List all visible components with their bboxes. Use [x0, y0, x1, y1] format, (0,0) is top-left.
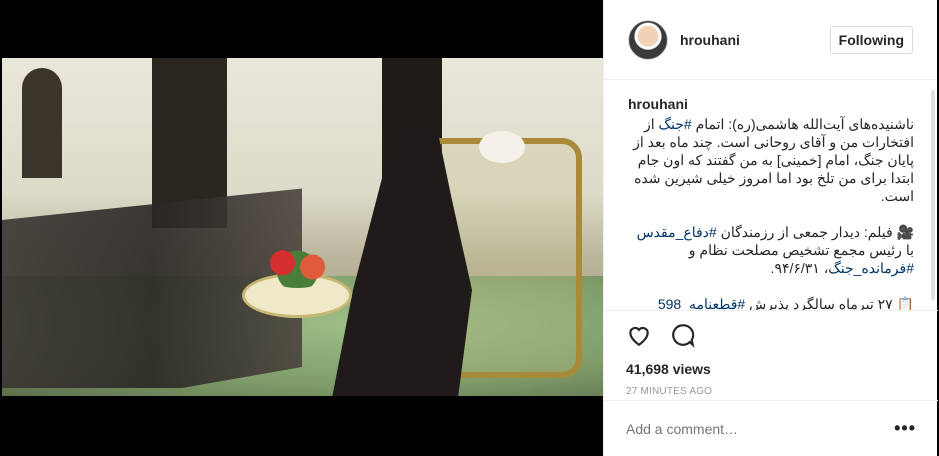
view-count[interactable]: 41,698 views	[626, 361, 916, 377]
username-link[interactable]: hrouhani	[680, 32, 740, 48]
media-area	[0, 0, 603, 456]
following-button[interactable]: Following	[829, 25, 913, 54]
comment-bar: •••	[604, 400, 938, 456]
caption-username[interactable]: hrouhani	[628, 96, 914, 112]
video-player[interactable]	[2, 58, 603, 396]
post-actions: 41,698 views 27 MINUTES AGO	[604, 310, 938, 397]
heart-icon[interactable]	[626, 322, 652, 353]
post-header: hrouhani Following	[604, 0, 937, 80]
more-options-button[interactable]: •••	[894, 418, 916, 439]
comment-bubble-icon[interactable]	[670, 322, 696, 353]
caption-area[interactable]: hrouhani ناشنیده‌های آیت‌الله هاشمی(ره):…	[604, 80, 938, 310]
hashtag-link[interactable]: #قطعنامه_598	[658, 296, 745, 310]
comment-input[interactable]	[626, 420, 895, 437]
hashtag-link[interactable]: #فرمانده_جنگ	[828, 260, 914, 276]
caption-scrollbar[interactable]	[931, 90, 935, 300]
hashtag-link[interactable]: #جنگ	[659, 116, 692, 132]
post-timestamp[interactable]: 27 MINUTES AGO	[626, 386, 916, 397]
avatar[interactable]	[628, 19, 668, 60]
post-side-panel: hrouhani Following hrouhani ناشنیده‌های …	[603, 0, 938, 456]
caption-text: ناشنیده‌های آیت‌الله هاشمی(ره): اتمام #ج…	[633, 116, 914, 310]
hashtag-link[interactable]: #دفاع_مقدس	[637, 224, 717, 240]
